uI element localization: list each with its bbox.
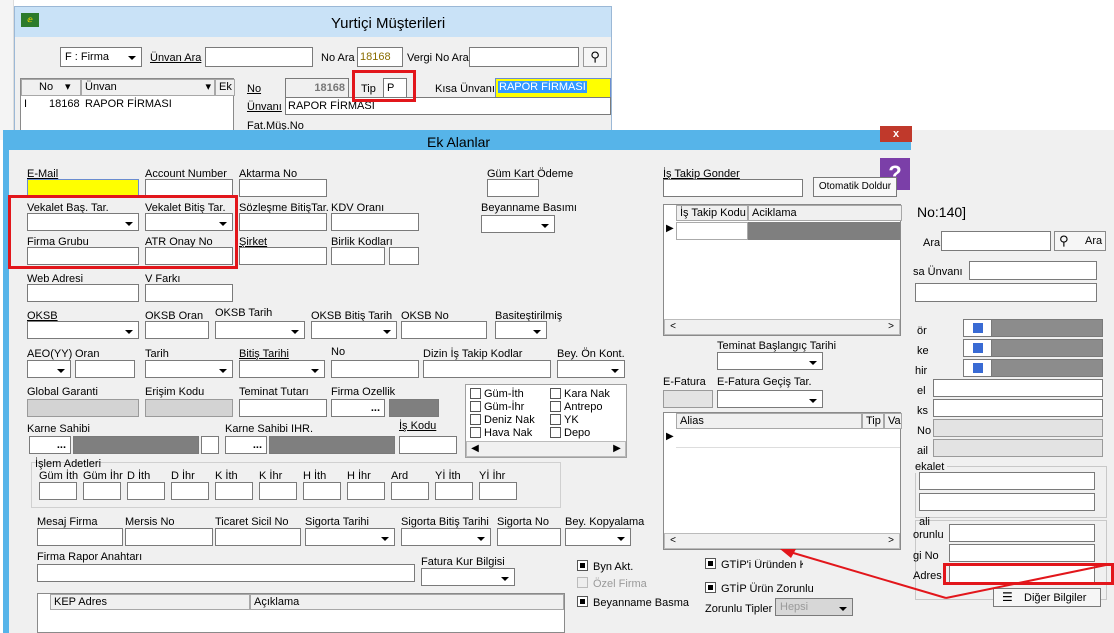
annotation-arrows [780,549,1107,599]
